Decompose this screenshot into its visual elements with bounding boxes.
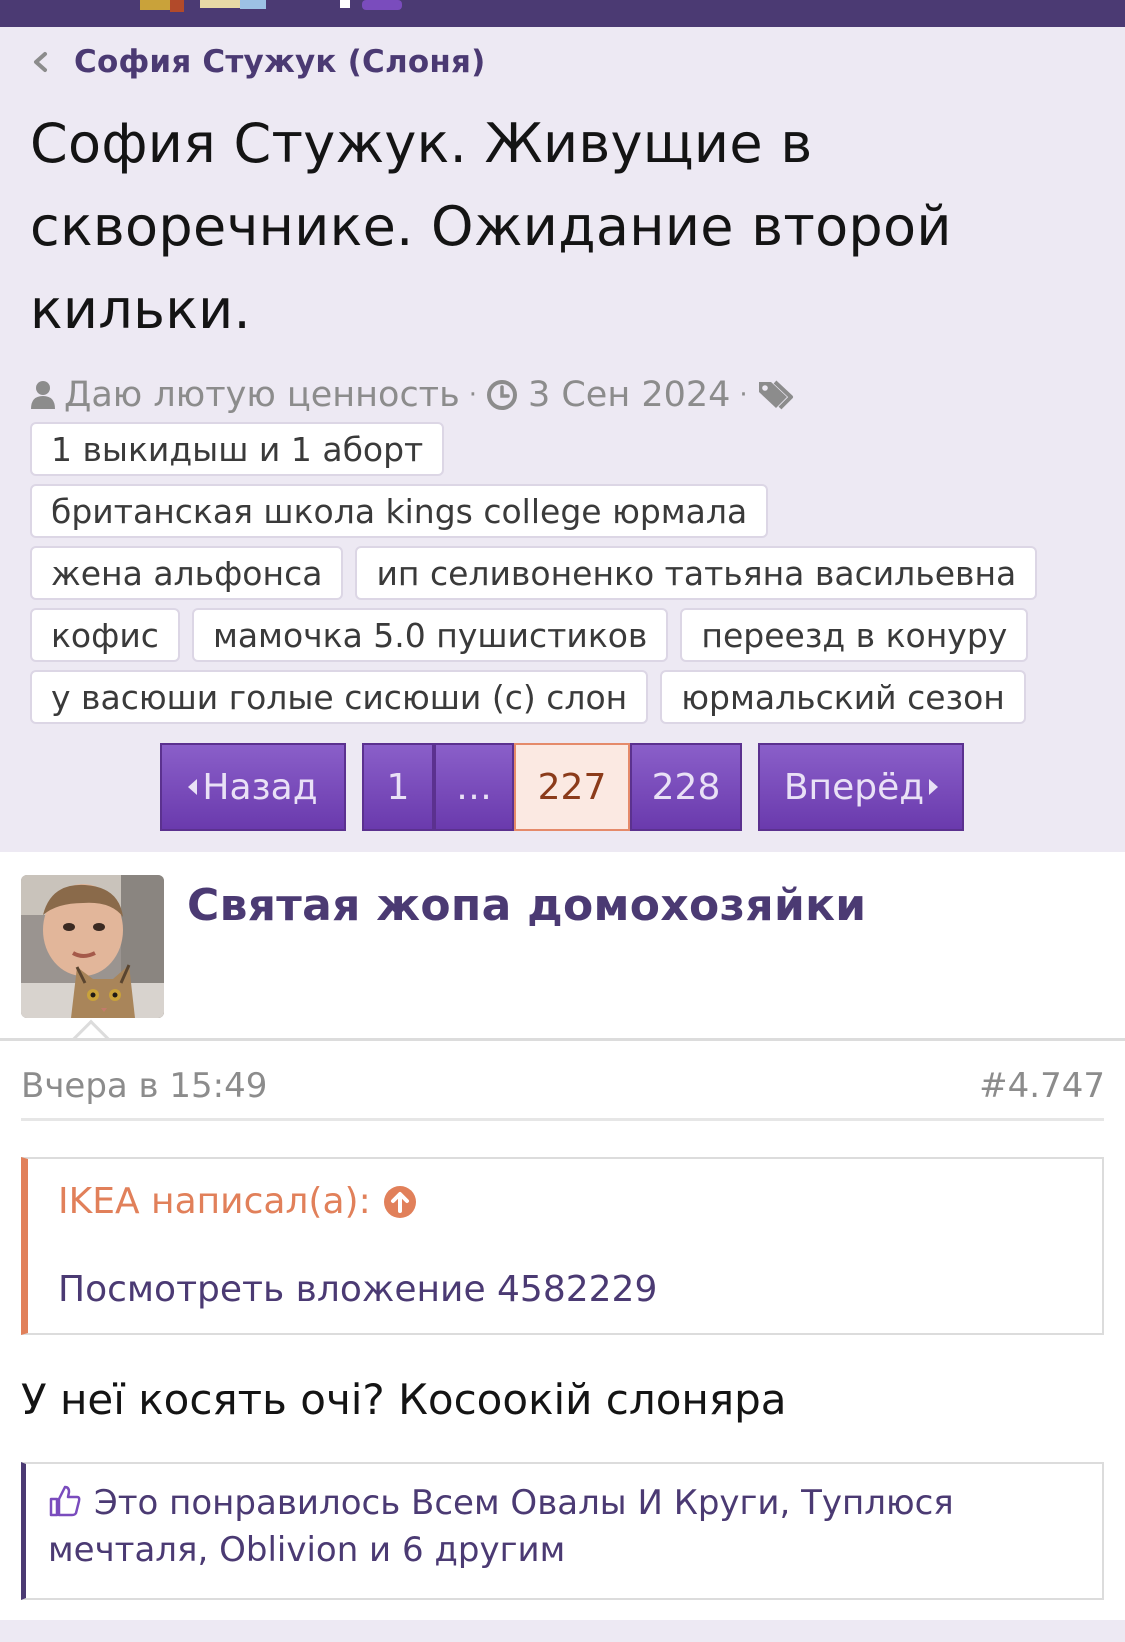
clock-icon bbox=[486, 380, 517, 410]
meta-separator: · bbox=[739, 380, 748, 410]
tag[interactable]: юрмальский сезон bbox=[660, 670, 1026, 724]
thread-date[interactable]: 3 Сен 2024 bbox=[528, 375, 730, 415]
tag[interactable]: ип селивоненко татьяна васильевна bbox=[355, 546, 1038, 600]
quote-header: IKEA написал(а): bbox=[58, 1181, 417, 1222]
header-logo-fragment bbox=[140, 0, 402, 12]
tags-icon bbox=[758, 380, 793, 410]
post-meta-divider bbox=[21, 1118, 1104, 1121]
tag[interactable]: британская школа kings college юрмала bbox=[30, 484, 769, 538]
next-page-button[interactable]: Вперёд bbox=[758, 743, 964, 831]
current-page: 227 bbox=[514, 743, 630, 831]
thumbs-up-icon bbox=[49, 1485, 81, 1517]
tag[interactable]: 1 выкидыш и 1 аборт bbox=[30, 422, 445, 476]
caret-right-icon bbox=[929, 779, 939, 795]
attachment-link[interactable]: Посмотреть вложение 4582229 bbox=[58, 1269, 657, 1310]
thread-title: София Стужук. Живущие в скворечнике. Ожи… bbox=[30, 112, 952, 341]
page-jump-ellipsis[interactable]: … bbox=[434, 743, 514, 831]
pagination: Назад 1 … 227 228 Вперёд bbox=[160, 743, 964, 831]
tag[interactable]: жена альфонса bbox=[30, 546, 344, 600]
page-link-1[interactable]: 1 bbox=[362, 743, 434, 831]
tag[interactable]: кофис bbox=[30, 608, 180, 662]
arrow-up-circle-icon[interactable] bbox=[383, 1185, 417, 1219]
user-icon bbox=[31, 381, 55, 409]
post-header-divider bbox=[0, 1038, 1125, 1041]
breadcrumb[interactable]: София Стужук (Слоня) bbox=[30, 40, 485, 84]
likes-bar: Это понравилось Всем Овалы И Круги, Тупл… bbox=[21, 1462, 1104, 1600]
post-bottom-spacer bbox=[0, 1620, 1125, 1642]
meta-separator: · bbox=[468, 380, 477, 410]
post-time[interactable]: Вчера в 15:49 bbox=[21, 1066, 267, 1106]
caret-left-icon bbox=[188, 779, 198, 795]
top-bar bbox=[0, 0, 1125, 27]
quote-block: IKEA написал(а): Посмотреть вложение 458… bbox=[21, 1157, 1104, 1335]
chevron-left-icon bbox=[34, 52, 47, 72]
thread-meta: Даю лютую ценность · 3 Сен 2024 · bbox=[30, 372, 799, 418]
next-page-label: Вперёд bbox=[783, 766, 925, 808]
breadcrumb-link[interactable]: София Стужук (Слоня) bbox=[74, 44, 485, 80]
tag[interactable]: переезд в конуру bbox=[680, 608, 1029, 662]
likes-summary[interactable]: Это понравилось Всем Овалы И Круги, Тупл… bbox=[48, 1480, 1048, 1574]
page-link-228[interactable]: 228 bbox=[630, 743, 742, 831]
likes-text: Это понравилось Всем Овалы И Круги, Тупл… bbox=[48, 1483, 954, 1570]
post-author[interactable]: Святая жопа домохозяйки bbox=[187, 880, 866, 931]
tag-list: 1 выкидыш и 1 аборт британская школа kin… bbox=[30, 422, 1100, 732]
quote-author[interactable]: IKEA написал(а): bbox=[58, 1181, 371, 1222]
prev-page-label: Назад bbox=[202, 766, 318, 808]
tag[interactable]: мамочка 5.0 пушистиков bbox=[191, 608, 669, 662]
post-body: У неї косять очі? Косоокій слоняра bbox=[21, 1375, 787, 1424]
tag[interactable]: у васюши голые сисюши (с) слон bbox=[30, 670, 649, 724]
avatar[interactable] bbox=[21, 875, 164, 1018]
prev-page-button[interactable]: Назад bbox=[160, 743, 346, 831]
post-permalink[interactable]: #4.747 bbox=[979, 1066, 1105, 1106]
post: Святая жопа домохозяйки Вчера в 15:49 #4… bbox=[0, 852, 1125, 1642]
thread-author[interactable]: Даю лютую ценность bbox=[64, 375, 460, 415]
